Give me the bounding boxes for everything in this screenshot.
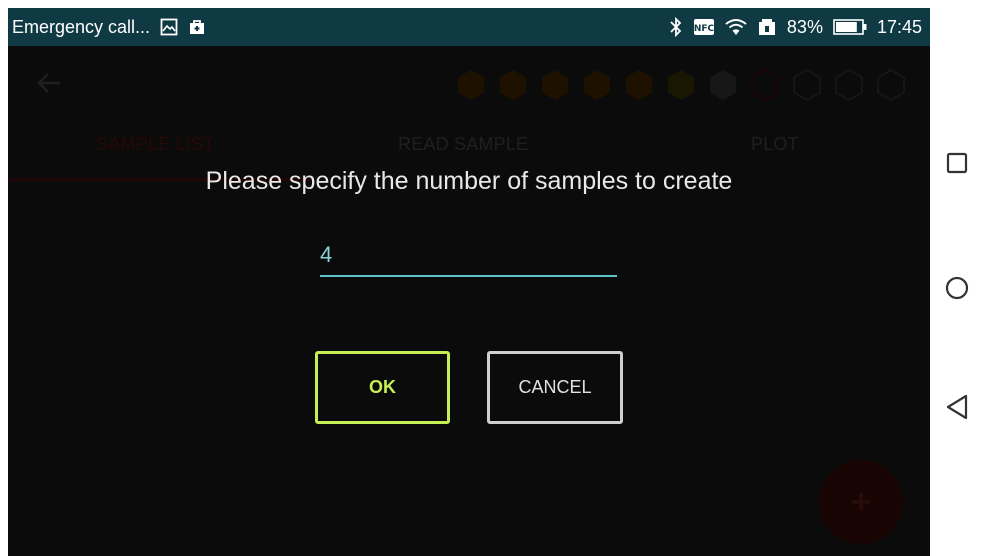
cancel-button[interactable]: CANCEL <box>487 351 623 424</box>
create-samples-dialog: Please specify the number of samples to … <box>8 46 930 556</box>
screen: Emergency call... NFC 83% 17:45 SAMPLE L… <box>8 8 930 556</box>
navigation-bar <box>930 0 982 556</box>
svg-text:NFC: NFC <box>694 24 715 34</box>
image-icon <box>160 18 178 36</box>
back-triangle-icon[interactable] <box>944 394 970 420</box>
status-bar: Emergency call... NFC 83% 17:45 <box>8 8 930 46</box>
dialog-title: Please specify the number of samples to … <box>205 167 733 195</box>
bag-icon <box>188 18 206 36</box>
ok-button[interactable]: OK <box>315 351 450 424</box>
vibrate-icon <box>757 18 777 36</box>
recents-square-icon[interactable] <box>944 150 970 176</box>
battery-percent: 83% <box>786 16 823 37</box>
status-time: 17:45 <box>876 16 922 37</box>
bluetooth-icon <box>669 17 683 37</box>
nfc-icon: NFC <box>693 18 715 36</box>
status-right: NFC 83% 17:45 <box>669 8 922 46</box>
battery-icon <box>833 19 867 35</box>
status-left: Emergency call... <box>12 8 206 46</box>
notification-text: Emergency call... <box>12 16 151 37</box>
sample-count-input[interactable] <box>320 235 617 277</box>
home-circle-icon[interactable] <box>944 275 970 301</box>
wifi-icon <box>725 18 747 36</box>
